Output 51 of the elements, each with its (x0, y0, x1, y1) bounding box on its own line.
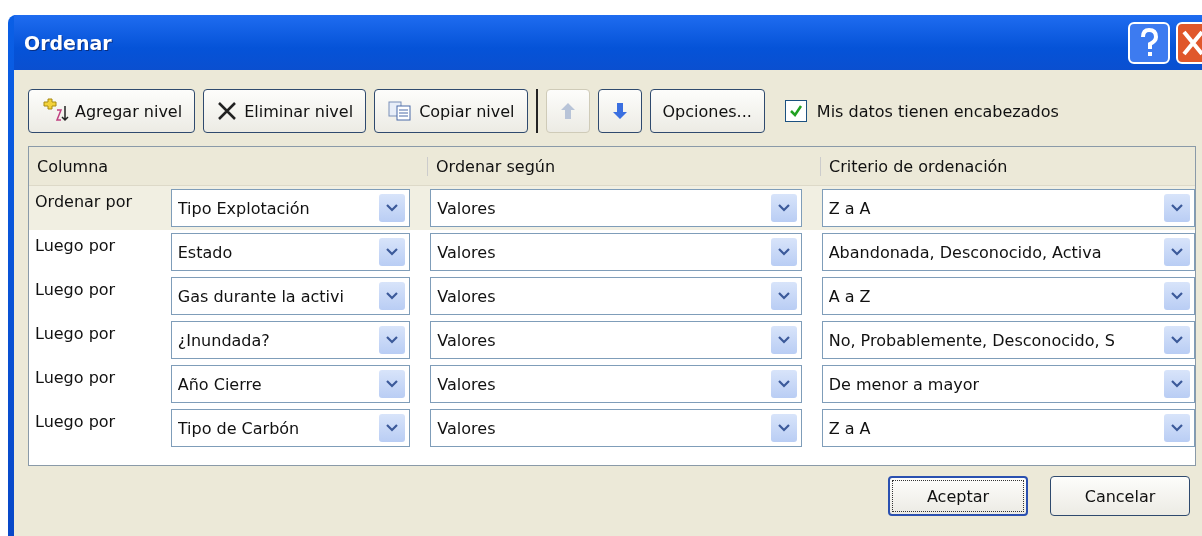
checkbox-label: Mis datos tienen encabezados (816, 101, 1059, 121)
sort-level-row[interactable]: Luego por Tipo de Carbón Valores Z a A (29, 406, 1195, 450)
level-label: Luego por (34, 279, 117, 299)
level-label: Luego por (34, 323, 117, 343)
close-icon[interactable] (1176, 21, 1202, 64)
column-dropdown[interactable]: Año Cierre (170, 365, 411, 403)
level-label: Luego por (34, 411, 117, 431)
help-icon[interactable] (1128, 21, 1170, 64)
sort-on-dropdown[interactable]: Valores (430, 321, 802, 359)
order-dropdown[interactable]: De menor a mayor (821, 365, 1195, 403)
column-dropdown[interactable]: ¿Inundada? (170, 321, 411, 359)
order-dropdown[interactable]: No, Probablemente, Desconocido, S (821, 321, 1195, 359)
sort-level-row[interactable]: Ordenar por Tipo Explotación Valores Z a A (29, 186, 1195, 230)
column-header: Criterio de ordenación (820, 156, 1008, 176)
sort-level-row[interactable]: Luego por Gas durante la activi Valores A a Z (29, 274, 1195, 318)
sort-on-dropdown[interactable]: Valores (430, 189, 802, 227)
sort-level-row[interactable]: Luego por Año Cierre Valores De menor a mayor (29, 362, 1195, 406)
headers-checkbox[interactable] (784, 100, 807, 122)
level-label: Ordenar por (34, 191, 134, 211)
window-title: Ordenar (23, 31, 112, 54)
sort-on-dropdown[interactable]: Valores (430, 409, 802, 447)
column-dropdown[interactable]: Estado (170, 233, 411, 271)
sort-level-row[interactable]: Luego por ¿Inundada? Valores No, Probablemente, Desconocido, S (29, 318, 1195, 362)
order-dropdown[interactable]: Abandonada, Desconocido, Activa (821, 233, 1195, 271)
add-sort-icon (41, 98, 69, 124)
column-header: Ordenar según (427, 156, 820, 176)
cancel-button[interactable]: Cancelar (1050, 476, 1190, 516)
column-dropdown[interactable]: Gas durante la activi (170, 277, 411, 315)
sort-level-row[interactable]: Luego por Estado Valores Abandonada, Desconocido, Activa (29, 230, 1195, 274)
order-dropdown[interactable]: A a Z (821, 277, 1195, 315)
sort-on-dropdown[interactable]: Valores (430, 277, 802, 315)
move-down-button[interactable] (597, 89, 642, 133)
down-arrow-icon (611, 102, 628, 120)
order-dropdown[interactable]: Z a A (821, 409, 1195, 447)
level-label: Luego por (34, 367, 117, 387)
column-dropdown[interactable]: Tipo Explotación (170, 189, 411, 227)
up-arrow-icon (559, 102, 576, 120)
column-header: Columna (36, 156, 110, 176)
copy-icon (387, 100, 414, 122)
sort-on-dropdown[interactable]: Valores (430, 365, 802, 403)
copy-level-button[interactable]: Copiar nivel (374, 89, 528, 133)
checkmark-icon (788, 104, 803, 118)
order-dropdown[interactable]: Z a A (821, 189, 1195, 227)
delete-level-button[interactable]: Eliminar nivel (203, 89, 367, 133)
add-level-button[interactable]: Agregar nivel (28, 89, 196, 133)
level-label: Luego por (34, 235, 117, 255)
options-button[interactable]: Opciones... (649, 89, 765, 133)
sort-on-dropdown[interactable]: Valores (430, 233, 802, 271)
x-icon (216, 100, 239, 122)
column-dropdown[interactable]: Tipo de Carbón (170, 409, 411, 447)
ok-button[interactable]: Aceptar (888, 476, 1028, 516)
